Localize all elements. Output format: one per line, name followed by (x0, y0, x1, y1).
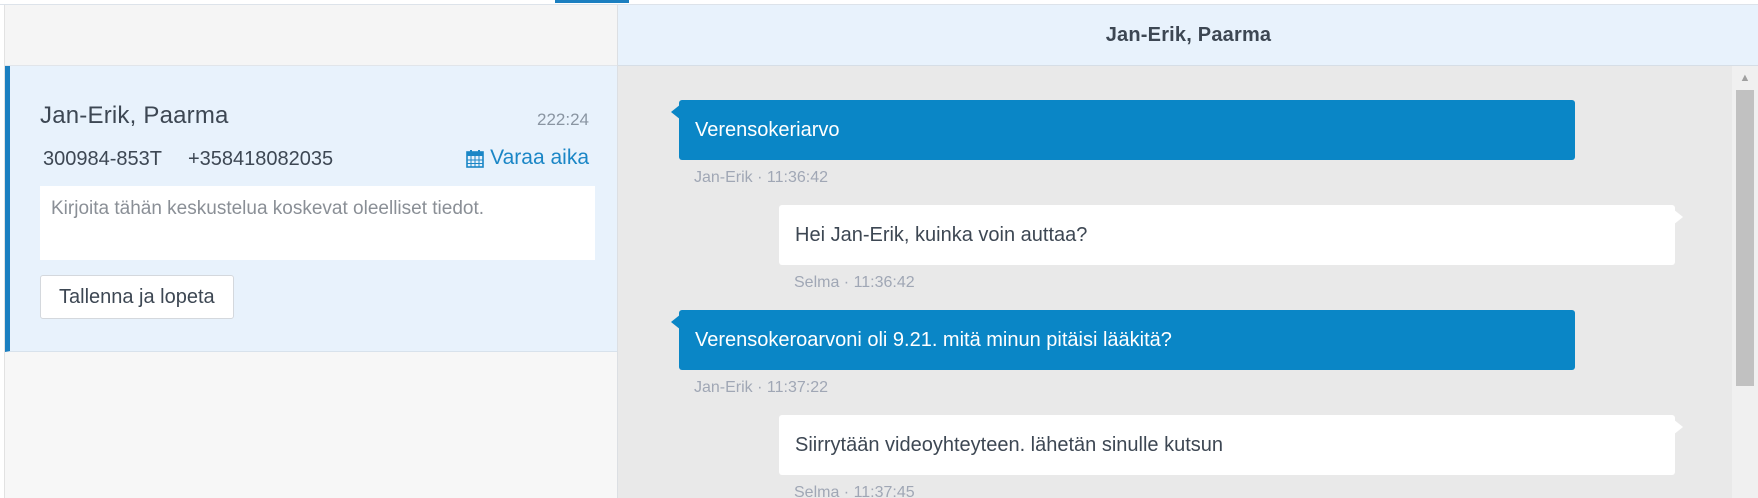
conversation-card[interactable]: Jan-Erik, Paarma 222:24 300984-853T +358… (5, 66, 619, 352)
chat-panel: Jan-Erik, Paarma Verensokeriarvo Jan-Eri… (617, 5, 1758, 498)
book-appointment-label: Varaa aika (490, 146, 589, 169)
patient-phone: +358418082035 (188, 148, 334, 170)
patient-name: Jan-Erik, Paarma (40, 102, 229, 129)
elapsed-time: 222:24 (537, 110, 589, 129)
calendar-icon (466, 149, 484, 168)
message-text: Verensokeroarvoni oli 9.21. mitä minun p… (695, 328, 1172, 351)
scroll-up-arrow-icon[interactable]: ▲ (1732, 66, 1758, 90)
chat-title: Jan-Erik, Paarma (1105, 23, 1272, 46)
message-meta: Selma · 11:36:42 (794, 274, 915, 291)
chat-header: Jan-Erik, Paarma (618, 5, 1758, 66)
outgoing-message-bubble: Hei Jan-Erik, kuinka voin auttaa? (779, 205, 1683, 265)
message-meta: Jan-Erik · 11:37:22 (694, 379, 828, 396)
conversation-list-header (5, 5, 619, 66)
message-meta: Jan-Erik · 11:36:42 (694, 169, 828, 186)
active-tab-indicator (555, 0, 629, 3)
conversation-notes-input[interactable] (40, 186, 595, 260)
message-text: Siirrytään videoyhteyteen. lähetän sinul… (795, 433, 1224, 456)
book-appointment-link[interactable]: Varaa aika (466, 146, 589, 170)
patient-id: 300984-853T (43, 148, 162, 170)
message-list[interactable]: Verensokeriarvo Jan-Erik · 11:36:42 Hei … (618, 66, 1733, 498)
conversation-list-panel: Jan-Erik, Paarma 222:24 300984-853T +358… (4, 5, 619, 498)
outgoing-message-bubble: Siirrytään videoyhteyteen. lähetän sinul… (779, 415, 1683, 475)
app-root: Jan-Erik, Paarma 222:24 300984-853T +358… (0, 0, 1758, 498)
incoming-message-bubble: Verensokeriarvo (671, 100, 1575, 160)
incoming-message-bubble: Verensokeroarvoni oli 9.21. mitä minun p… (671, 310, 1575, 370)
scrollbar-thumb[interactable] (1736, 90, 1754, 386)
save-and-close-button[interactable]: Tallenna ja lopeta (40, 275, 234, 319)
message-list-scrollbar[interactable]: ▲ (1732, 66, 1758, 498)
message-meta: Selma · 11:37:45 (794, 484, 915, 498)
message-text: Hei Jan-Erik, kuinka voin auttaa? (795, 223, 1088, 246)
message-text: Verensokeriarvo (695, 118, 840, 141)
